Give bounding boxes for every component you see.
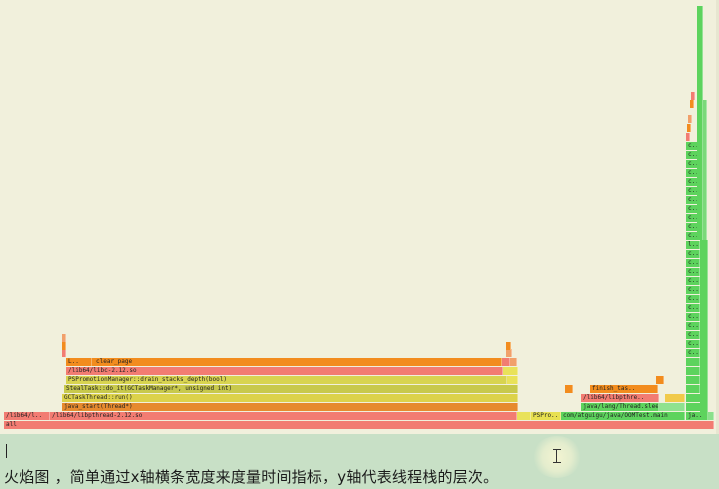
frame-misc[interactable] bbox=[565, 385, 573, 393]
frame-thread-sleep[interactable]: java/lang/Thread.sleep bbox=[581, 403, 659, 411]
frame-drain-stacks-depth[interactable]: PSPromotionManager::drain_stacks_depth(b… bbox=[66, 376, 507, 384]
frame-misc[interactable] bbox=[708, 412, 714, 420]
frame-pspro[interactable]: PSPro.. bbox=[531, 412, 561, 420]
frame-ja[interactable]: ja.. bbox=[686, 412, 708, 420]
frame-c[interactable]: c.. bbox=[686, 322, 700, 330]
frame-gctaskthread-run[interactable]: GCTaskThread::run() bbox=[62, 394, 518, 402]
status-bar bbox=[0, 436, 719, 461]
frame-c[interactable]: c.. bbox=[686, 295, 700, 303]
frame-c[interactable]: c.. bbox=[686, 286, 700, 294]
frame-libc[interactable]: /lib64/libc-2.12.so bbox=[66, 367, 503, 375]
frame-c[interactable] bbox=[686, 376, 700, 384]
frame-c[interactable]: c.. bbox=[686, 277, 700, 285]
frame-clear-page[interactable]: clear_page bbox=[92, 358, 502, 366]
frame-c[interactable] bbox=[686, 367, 700, 375]
frame-misc[interactable] bbox=[659, 403, 685, 411]
frame-misc[interactable] bbox=[506, 342, 511, 350]
text-caret bbox=[6, 444, 7, 458]
frame-misc[interactable] bbox=[62, 342, 66, 350]
frame-misc[interactable] bbox=[503, 367, 518, 375]
frame-java-start[interactable]: java_start(Thread*) bbox=[62, 403, 518, 411]
frame-l[interactable]: L.. bbox=[66, 358, 92, 366]
frame-l[interactable]: l.. bbox=[686, 241, 700, 249]
caption-text: 火焰图 ，简单通过x轴横条宽度来度量时间指标，y轴代表线程栈的层次。 bbox=[4, 468, 499, 486]
frame-libpthread[interactable]: /lib64/libpthread-2.12.so bbox=[50, 412, 517, 420]
frame-c[interactable] bbox=[686, 358, 700, 366]
frame-misc[interactable] bbox=[510, 358, 517, 366]
frame-oomtest-main[interactable]: com/atguigu/java/OOMTest.main bbox=[561, 412, 685, 420]
frame-misc[interactable] bbox=[656, 376, 664, 384]
frame-misc[interactable] bbox=[62, 334, 66, 342]
frame-misc[interactable] bbox=[688, 115, 692, 123]
frame-misc[interactable] bbox=[687, 124, 691, 132]
text-cursor-icon bbox=[553, 449, 561, 463]
frame-c[interactable]: c.. bbox=[686, 349, 700, 357]
flame-graph: all /lib64/l.. /lib64/libpthread-2.12.so… bbox=[0, 0, 719, 434]
frame-c[interactable]: c.. bbox=[686, 340, 700, 348]
frame-misc[interactable] bbox=[62, 349, 66, 357]
frame-c[interactable]: c.. bbox=[686, 331, 700, 339]
frame-lib64-l[interactable]: /lib64/l.. bbox=[4, 412, 50, 420]
frame-misc[interactable] bbox=[507, 376, 518, 384]
frame-c[interactable]: c.. bbox=[686, 250, 700, 258]
frame-misc[interactable] bbox=[506, 349, 512, 357]
frame-column[interactable] bbox=[703, 100, 707, 240]
frame-finish-task[interactable]: finish_tas.. bbox=[590, 385, 658, 393]
frame-misc[interactable] bbox=[686, 133, 690, 141]
frame-stealtask-do-it[interactable]: StealTask::do_it(GCTaskManager*, unsigne… bbox=[64, 385, 518, 393]
frame-misc[interactable] bbox=[690, 100, 694, 108]
frame-c[interactable]: c.. bbox=[686, 268, 700, 276]
frame-c[interactable]: c.. bbox=[686, 259, 700, 267]
frame-c[interactable]: c.. bbox=[686, 304, 700, 312]
frame-c[interactable] bbox=[686, 385, 700, 393]
frame-c[interactable]: c.. bbox=[686, 313, 700, 321]
frame-misc[interactable] bbox=[517, 412, 531, 420]
frame-misc[interactable] bbox=[665, 394, 685, 402]
frame-all[interactable]: all bbox=[4, 421, 714, 429]
frame-misc[interactable] bbox=[502, 358, 510, 366]
frame-libpthre[interactable]: /lib64/libpthre.. bbox=[581, 394, 659, 402]
frame-column[interactable] bbox=[700, 240, 708, 412]
frame-misc[interactable] bbox=[691, 92, 695, 100]
